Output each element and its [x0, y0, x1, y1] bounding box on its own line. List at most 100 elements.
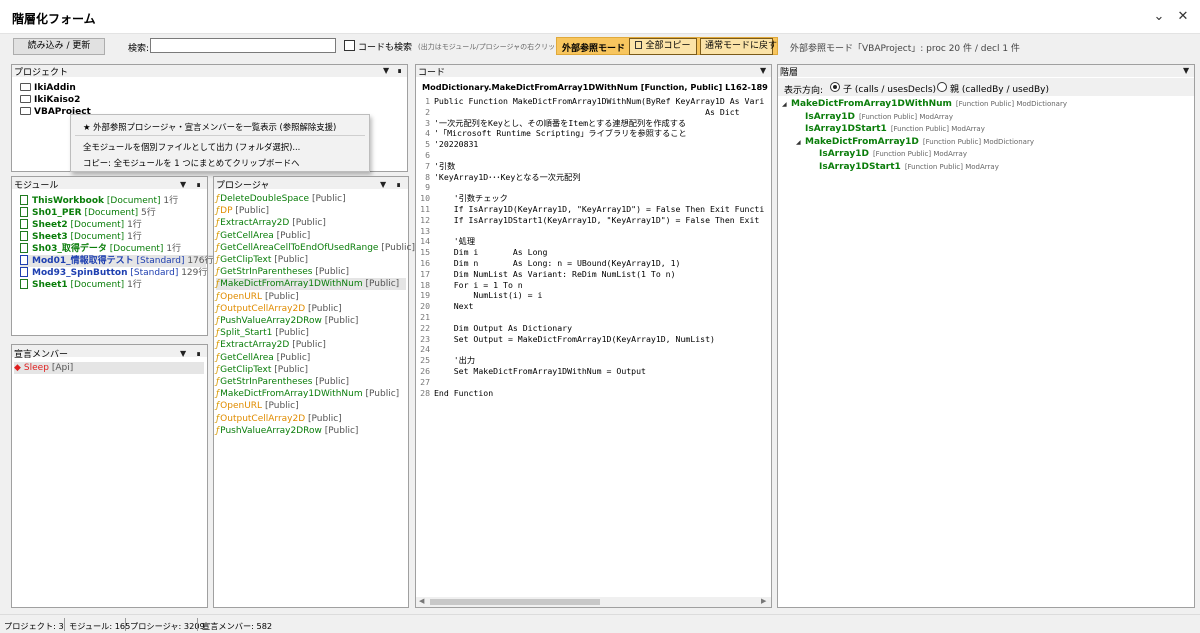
tree-node[interactable]: IsArray1DStart1 [Function Public] ModArra… [796, 123, 985, 135]
code-line: 13 [420, 226, 770, 237]
proc-item[interactable]: ƒOpenURL [Public] [216, 291, 299, 303]
module-item[interactable]: Sh03_取得データ [Document] 1行 [20, 243, 181, 255]
code-search-checkbox[interactable] [344, 40, 355, 51]
minimize-icon[interactable]: ⌄ [1150, 8, 1168, 26]
proc-item[interactable]: ƒGetStrInParentheses [Public] [216, 266, 349, 278]
code-line: 23 Set Output = MakeDictFromArray1D(KeyA… [420, 334, 770, 345]
code-text: End Function [434, 387, 494, 398]
function-icon: ƒ [216, 267, 220, 278]
menu-item-export-files[interactable]: 全モジュールを個別ファイルとして出力 (フォルダ選択)... [83, 141, 300, 153]
proc-item[interactable]: ƒOutputCellArray2D [Public] [216, 303, 342, 315]
code-editor[interactable]: 1 Public Function MakeDictFromArray1DWith… [420, 96, 770, 596]
proc-item[interactable]: ƒExtractArray2D [Public] [216, 217, 326, 229]
document-icon [20, 207, 28, 217]
folder-icon [20, 107, 31, 115]
child-radio-label: 子 (calls / usesDecls) [843, 85, 937, 95]
proc-item[interactable]: ƒGetClipText [Public] [216, 254, 308, 266]
decl-item[interactable]: ◆ Sleep [Api] [14, 362, 204, 374]
proc-item[interactable]: ƒGetCellAreaCellToEndOfUsedRange [Public… [216, 242, 415, 254]
proc-item[interactable]: ƒGetCellArea [Public] [216, 230, 310, 242]
module-item[interactable]: Sheet1 [Document] 1行 [20, 279, 142, 291]
proc-item[interactable]: ƒOpenURL [Public] [216, 400, 299, 412]
module-panel-title: モジュール [14, 181, 59, 191]
close-icon[interactable]: ✕ [1174, 8, 1192, 26]
dropdown-icon[interactable]: ▼ [1183, 66, 1189, 75]
dropdown-icon[interactable]: ▼ [760, 66, 766, 75]
ext-mode-label: 外部参照モード [562, 44, 626, 54]
function-icon: ƒ [216, 194, 220, 204]
normal-mode-button[interactable]: 通常モードに戻す [700, 38, 777, 55]
scroll-right-icon[interactable]: ▶ [761, 597, 766, 605]
diamond-icon: ◆ [14, 363, 21, 373]
expand-toggle-icon[interactable]: ◢ [782, 99, 791, 111]
dropdown-icon[interactable]: ▼ [383, 66, 389, 75]
proc-item[interactable]: ƒDP [Public] [216, 205, 269, 217]
proc-item[interactable]: ƒGetStrInParentheses [Public] [216, 376, 349, 388]
menu-item-ext-ref-list[interactable]: ★ 外部参照プロシージャ・宣言メンバーを一覧表示 (参照解除支援) [83, 121, 336, 133]
proc-item[interactable]: ƒOutputCellArray2D [Public] [216, 413, 342, 425]
code-line: 26 Set MakeDictFromArray1DWithNum = Outp… [420, 366, 770, 377]
code-line: 16 Dim n As Long: n = UBound(KeyArray1D,… [420, 258, 770, 269]
project-item[interactable]: IkiAddin [20, 82, 76, 94]
title-bar: 階層化フォーム ⌄ ✕ [0, 0, 1200, 34]
context-menu: ★ 外部参照プロシージャ・宣言メンバーを一覧表示 (参照解除支援) 全モジュール… [70, 114, 370, 172]
copy-all-button[interactable]: 全部コピー [629, 38, 697, 55]
proc-item[interactable]: ƒGetCellArea [Public] [216, 352, 310, 364]
module-item[interactable]: Sh01_PER [Document] 5行 [20, 207, 156, 219]
code-text: '「Microsoft Runtime Scripting」ライブラリを参照する… [434, 128, 687, 139]
code-text: Dim n As Long: n = UBound(KeyArray1D, 1) [434, 257, 681, 268]
scroll-thumb[interactable] [430, 599, 600, 605]
ext-status-text: 外部参照モード「VBAProject」: proc 20 件 / decl 1 … [790, 44, 1020, 54]
proc-item[interactable]: ƒPushValueArray2DRow [Public] [216, 315, 358, 327]
proc-item[interactable]: ƒExtractArray2D [Public] [216, 339, 326, 351]
project-item[interactable]: IkiKaiso2 [20, 94, 80, 106]
code-line: 1 Public Function MakeDictFromArray1DWith… [420, 96, 770, 107]
function-icon: ƒ [216, 364, 220, 375]
pin-icon[interactable]: ∎ [196, 180, 201, 189]
horizontal-scrollbar[interactable]: ◀ ▶ [416, 597, 771, 607]
reload-button[interactable]: 読み込み / 更新 [13, 38, 105, 55]
function-icon: ƒ [216, 316, 220, 326]
code-panel-title: コード [418, 68, 446, 78]
document-icon [20, 195, 28, 205]
module-item[interactable]: Sheet3 [Document] 1行 [20, 231, 142, 243]
tree-node[interactable]: IsArray1DStart1 [Function Public] ModArra… [810, 161, 999, 173]
pin-icon[interactable]: ∎ [396, 180, 401, 189]
proc-item[interactable]: ƒGetClipText [Public] [216, 364, 308, 376]
scroll-left-icon[interactable]: ◀ [419, 597, 424, 605]
search-input[interactable] [150, 38, 336, 53]
code-panel-header: コード ▼ [416, 65, 771, 78]
tree-node[interactable]: ◢ MakeDictFromArray1D [Function Public] Mo… [796, 136, 1034, 149]
module-item[interactable]: Mod93_SpinButton [Standard] 129行 [20, 267, 207, 279]
code-text: NumList(i) = i [434, 290, 543, 301]
tree-node[interactable]: IsArray1D [Function Public] ModArray [810, 148, 967, 160]
proc-item[interactable]: ƒDeleteDoubleSpace [Public] [216, 193, 346, 205]
line-number: 10 [420, 193, 430, 204]
child-radio[interactable] [830, 82, 840, 92]
proc-item[interactable]: ƒMakeDictFromArray1DWithNum [Public] [216, 388, 399, 400]
line-number: 4 [425, 128, 430, 139]
code-line: 8 'KeyArray1D･･･Keyとなる一次元配列 [420, 172, 770, 183]
dropdown-icon[interactable]: ▼ [180, 349, 186, 358]
proc-item[interactable]: ƒPushValueArray2DRow [Public] [216, 425, 358, 437]
dropdown-icon[interactable]: ▼ [380, 180, 386, 189]
expand-toggle-icon[interactable]: ◢ [796, 137, 805, 149]
code-text: If IsArray1DStart1(KeyArray1D, "KeyArray… [434, 214, 760, 225]
line-number: 1 [425, 96, 430, 106]
dropdown-icon[interactable]: ▼ [180, 180, 186, 189]
parent-radio[interactable] [937, 82, 947, 92]
module-item[interactable]: ThisWorkbook [Document] 1行 [20, 195, 178, 207]
module-item-selected[interactable]: Mod01_情報取得テスト [Standard] 176行 [20, 255, 214, 267]
pin-icon[interactable]: ∎ [196, 349, 201, 358]
code-text: For i = 1 To n [434, 279, 523, 290]
module-item[interactable]: Sheet2 [Document] 1行 [20, 219, 142, 231]
proc-item[interactable]: ƒSplit_Start1 [Public] [216, 327, 309, 339]
pin-icon[interactable]: ∎ [397, 66, 402, 75]
tree-node[interactable]: ◢ MakeDictFromArray1DWithNum [Function Pub… [782, 98, 1067, 111]
line-number: 5 [425, 139, 430, 150]
menu-item-copy-all[interactable]: コピー: 全モジュールを 1 つにまとめてクリップボードへ [83, 157, 300, 169]
proc-item[interactable]: ƒMakeDictFromArray1DWithNum [Public] [216, 278, 406, 291]
code-text: Dim i As Long [434, 247, 548, 258]
tree-node[interactable]: IsArray1D [Function Public] ModArray [796, 111, 953, 123]
code-line: 21 [420, 312, 770, 323]
